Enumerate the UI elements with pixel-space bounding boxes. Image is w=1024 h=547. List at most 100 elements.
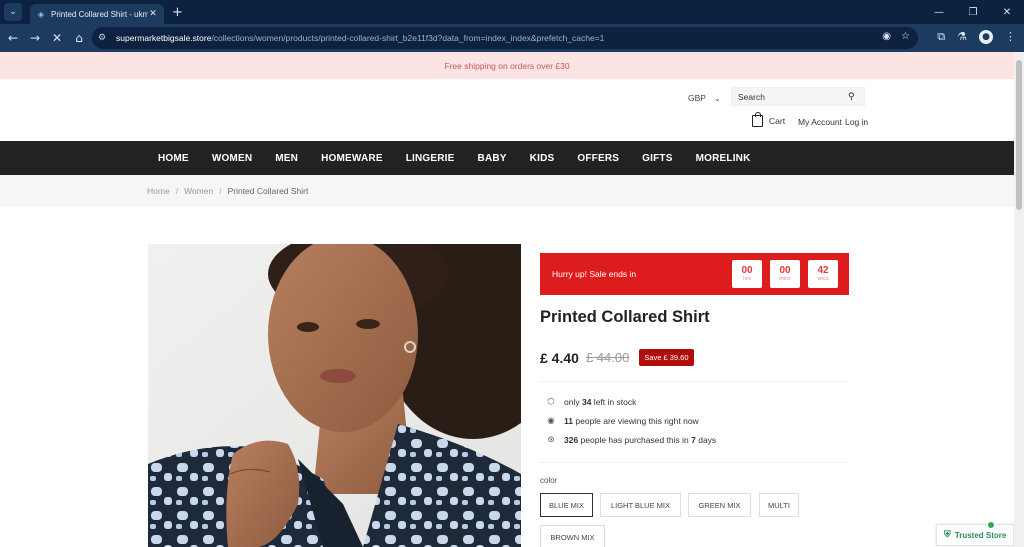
model-photo [148,244,521,547]
restore-icon[interactable]: ❐ [956,7,990,18]
breadcrumb-current: Printed Collared Shirt [227,186,309,196]
color-option-multi[interactable]: MULTI [759,493,799,517]
home-icon[interactable]: ⌂ [68,31,90,45]
color-option-blue-mix[interactable]: BLUE MIX [540,493,593,517]
stock-suffix: left in stock [591,397,637,407]
stock-count: 34 [581,397,592,407]
site-settings-icon[interactable]: ⚙ [98,33,112,43]
viewing-count: 11 [564,416,573,426]
nav-item-baby[interactable]: BABY [478,153,507,164]
main-navigation: HOME WOMEN MEN HOMEWARE LINGERIE BABY KI… [0,141,1014,175]
trusted-store-label: Trusted Store [954,530,1007,540]
close-tab-icon[interactable]: ✕ [148,9,158,19]
color-option-light-blue-mix[interactable]: LIGHT BLUE MIX [600,493,681,517]
announcement-bar: Free shipping on orders over £30 [0,52,1014,79]
breadcrumb: Home / Women / Printed Collared Shirt [0,175,1014,207]
minutes-value: 00 [779,265,791,276]
web-page: Free shipping on orders over £30 GBP ⌄ ⚲… [0,52,1014,547]
page-scrollbar[interactable] [1014,52,1024,547]
nav-item-lingerie[interactable]: LINGERIE [406,153,455,164]
sale-price: £ 4.40 [540,349,579,366]
breadcrumb-separator: / [175,186,179,196]
site-header: GBP ⌄ ⚲ Cart My Account Log in [0,79,1014,141]
address-bar[interactable]: ⚙ supermarketbigsale.store/collections/w… [92,27,918,49]
viewing-text: people are viewing this right now [573,416,699,426]
browser-tab-bar: ⌄ ◈ Printed Collared Shirt - ukmsh ✕ + —… [0,0,1024,24]
divider [540,381,849,382]
nav-item-homeware[interactable]: HOMEWARE [321,153,383,164]
stock-prefix: only [564,397,582,407]
eye-icon: ◉ [547,416,555,426]
currency-value: GBP [688,93,706,103]
stock-info: ⬡ only 34 left in stock [545,397,636,407]
seconds-value: 42 [817,265,829,276]
nav-item-kids[interactable]: KIDS [530,153,555,164]
tab-search-chevron-down-icon[interactable]: ⌄ [4,3,22,21]
back-arrow-icon[interactable]: ← [2,31,24,45]
seconds-unit: secs [817,276,829,282]
my-account-link[interactable]: My Account [798,117,842,127]
purchased-count: 326 [564,435,579,445]
minutes-unit: mins [779,276,791,282]
bookmark-star-icon[interactable]: ☆ [901,31,910,42]
viewing-info: ◉ 11 people are viewing this right now [545,416,699,426]
shopping-bag-icon [752,112,763,127]
new-tab-button[interactable]: + [172,5,183,20]
browser-tab[interactable]: ◈ Printed Collared Shirt - ukmsh ✕ [30,4,164,24]
dollar-circle-icon: ⊛ [547,435,555,445]
trusted-store-badge[interactable]: ⛨ Trusted Store [936,521,1014,546]
purchased-text: people has purchased this in [578,435,692,445]
chevron-down-icon: ⌄ [713,93,721,103]
nav-item-women[interactable]: WOMEN [212,153,252,164]
countdown-seconds: 42 secs [808,260,838,288]
nav-item-morelink[interactable]: MORELINK [696,153,751,164]
purchased-info: ⊛ 326 people has purchased this in 7 day… [545,435,716,445]
color-option-brown-mix[interactable]: BROWN MIX [540,525,605,547]
tab-title: Printed Collared Shirt - ukmsh [51,9,148,19]
stop-loading-icon[interactable]: ✕ [46,31,68,45]
color-label: color [540,476,558,485]
shield-check-icon: ⛨ [944,530,951,540]
close-window-icon[interactable]: ✕ [990,7,1024,18]
url-text: supermarketbigsale.store/collections/wom… [116,33,604,43]
search-input[interactable] [738,91,848,102]
extensions-icon[interactable]: ⧉ [937,30,945,44]
scrollbar-thumb[interactable] [1016,60,1022,210]
forward-arrow-icon[interactable]: → [24,31,46,45]
menu-kebab-icon[interactable]: ⋮ [1005,30,1016,44]
divider [540,462,849,463]
search-icon[interactable]: ⚲ [848,92,855,102]
search-box[interactable]: ⚲ [731,87,865,106]
labs-flask-icon[interactable]: ⚗ [957,30,967,44]
product-image[interactable] [148,244,521,547]
countdown-minutes: 00 mins [770,260,800,288]
nav-item-men[interactable]: MEN [275,153,298,164]
save-badge: Save £ 39.60 [639,349,694,366]
nav-item-gifts[interactable]: GIFTS [642,153,672,164]
nav-item-home[interactable]: HOME [158,153,189,164]
cart-label: Cart [769,116,786,126]
nav-item-offers[interactable]: OFFERS [577,153,619,164]
breadcrumb-home[interactable]: Home [147,186,170,196]
eye-off-icon[interactable]: ◉ [882,31,891,42]
color-option-green-mix[interactable]: GREEN MIX [688,493,751,517]
window-controls: — ❐ ✕ [922,0,1024,24]
currency-selector[interactable]: GBP ⌄ [688,93,721,103]
hours-unit: hrs [743,276,751,282]
url-host: supermarketbigsale.store [116,33,212,43]
breadcrumb-women[interactable]: Women [184,186,213,196]
minimize-icon[interactable]: — [922,7,956,18]
product-title: Printed Collared Shirt [540,308,710,326]
purchased-suffix: days [695,435,717,445]
site-icon: ◈ [37,9,45,19]
compare-at-price: £ 44.00 [585,350,630,365]
countdown-message: Hurry up! Sale ends in [552,269,637,279]
login-link[interactable]: Log in [845,117,868,127]
cart-link[interactable]: Cart [752,112,786,127]
sale-countdown: Hurry up! Sale ends in 00 hrs 00 mins 42… [540,253,849,295]
profile-avatar-icon[interactable]: ● [979,30,993,44]
status-dot [987,521,995,529]
url-path: /collections/women/products/printed-coll… [211,33,605,43]
box-icon: ⬡ [547,397,555,407]
hours-value: 00 [741,265,753,276]
